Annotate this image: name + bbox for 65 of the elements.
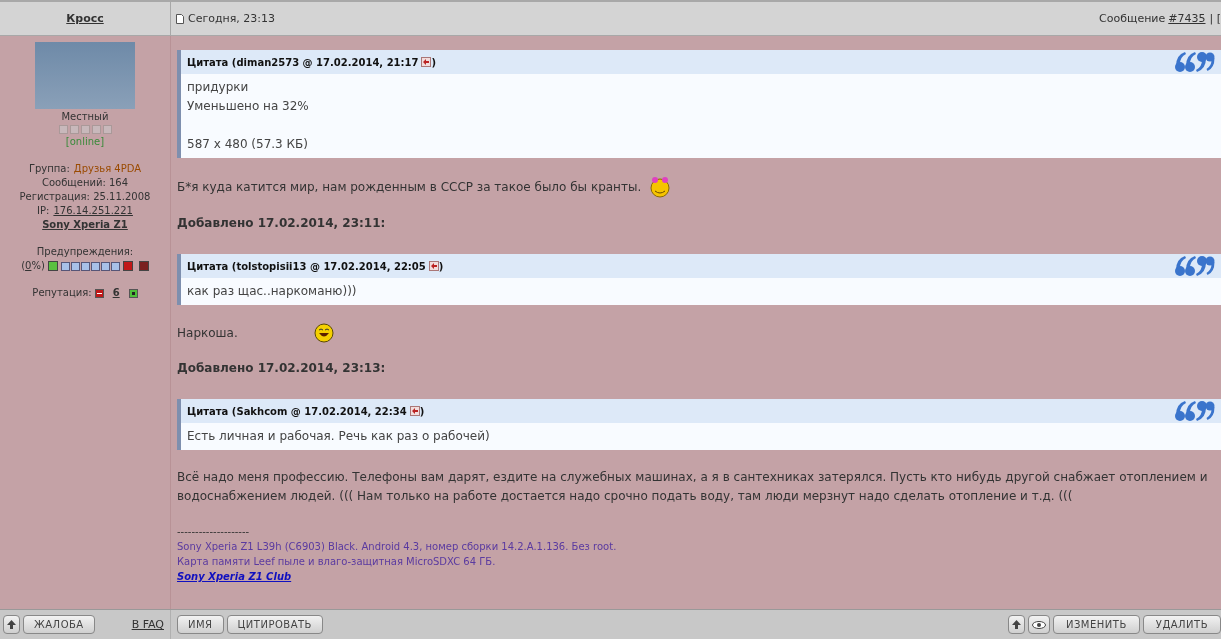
- smiley-icon: [313, 323, 334, 343]
- report-button[interactable]: ЖАЛОБА: [23, 615, 95, 634]
- quote-text: Есть личная и рабочая. Речь как раз о рабочей): [187, 428, 491, 445]
- quote-title: Цитата (Sakhcom @ 17.02.2014, 22:34: [187, 405, 407, 417]
- added-timestamp: Добавлено 17.02.2014, 23:11:: [177, 216, 387, 230]
- quote-title-close: ): [438, 260, 444, 272]
- post-action-button[interactable]: УДАЛИТЬ: [1142, 615, 1221, 634]
- group-value: Друзья 4PDA: [73, 162, 142, 176]
- reputation-link[interactable]: 6: [112, 286, 120, 300]
- warning-history-icon[interactable]: [138, 261, 149, 271]
- scroll-up-button[interactable]: [3, 615, 20, 634]
- jump-arrow-icon[interactable]: [409, 406, 420, 416]
- quote-title-close: ): [419, 405, 425, 417]
- up-arrow-icon: [7, 620, 16, 629]
- up-arrow-icon: [1011, 620, 1021, 629]
- post-text: Б*я куда катится мир, нам рожденным в СССР за такое было бы кранты.: [177, 178, 642, 196]
- quote-text: Уменьшено на 32%: [187, 98, 310, 115]
- minus-warning-icon[interactable]: [47, 261, 58, 271]
- reputation-label: Репутация:: [32, 286, 92, 300]
- preview-button[interactable]: [1027, 615, 1050, 634]
- minus-reputation-icon[interactable]: [94, 288, 104, 298]
- document-icon: [176, 13, 184, 24]
- signature-text: Sony Xperia Z1 L39h (C6903) Black. Android 4.3, номер сборки 14.2.A.1.136. Без root.: [177, 540, 618, 554]
- scroll-up-button[interactable]: [1007, 615, 1025, 634]
- added-timestamp: Добавлено 17.02.2014, 23:13:: [177, 361, 387, 375]
- plus-warning-icon[interactable]: [122, 261, 133, 271]
- quote-marks-icon: [1175, 255, 1215, 277]
- warning-percent: (0%): [21, 259, 45, 273]
- quote-text: 587 x 480 (57.3 КБ): [187, 136, 309, 153]
- post-action-button[interactable]: ИМЯ: [177, 615, 224, 634]
- warning-percent-link[interactable]: 0: [25, 260, 32, 271]
- signature-link[interactable]: Sony Xperia Z1 Club: [177, 571, 292, 582]
- online-status: [online]: [65, 135, 105, 149]
- registration-date: Регистрация: 25.11.2008: [19, 190, 151, 204]
- post-text: Всё надо меня профессию. Телефоны вам дарят, ездите на служебных машинах, а я в сантехниках затерялся. Пусть кто нибудь другой снабжает отоплением и водоснабжением людей. ((( Нам только на работе достается надо срочно подать воду, там люди мерзнут надо сделать отопление и т.д. (((: [177, 469, 1209, 505]
- ip-label: IP:: [37, 204, 50, 218]
- jump-arrow-icon[interactable]: [421, 57, 432, 67]
- quote-title: Цитата (diman2573 @ 17.02.2014, 21:17: [187, 56, 419, 68]
- plus-reputation-icon[interactable]: [128, 288, 138, 298]
- signature-rule: --------------------: [177, 525, 251, 539]
- warnings-label: Предупреждения:: [36, 245, 134, 259]
- post-number-label: Сообщение: [1099, 12, 1166, 25]
- device-link[interactable]: Sony Xperia Z1: [42, 218, 128, 232]
- warning-meter: [60, 261, 120, 271]
- quote-marks-icon: [1175, 400, 1215, 422]
- post-action-button[interactable]: ЦИТИРОВАТЬ: [226, 615, 323, 634]
- post-text: Наркоша.: [177, 324, 238, 342]
- post-count: Сообщений: 164: [41, 176, 129, 190]
- ip-link[interactable]: 176.14.251.221: [53, 204, 133, 218]
- quote-title-close: ): [431, 56, 437, 68]
- header-tail: | [: [1209, 12, 1221, 25]
- signature-text: Карта памяти Leef пыле и влаго-защитная MicroSDXC 64 ГБ.: [177, 555, 497, 569]
- author-name-link[interactable]: Кросс: [66, 12, 104, 25]
- user-rank: Местный: [61, 110, 109, 124]
- post-number-link[interactable]: #7435: [1168, 12, 1206, 25]
- quote-marks-icon: [1175, 51, 1215, 73]
- quote-text: как раз щас..наркоманю))): [187, 283, 358, 300]
- eye-icon: [1031, 620, 1046, 629]
- faq-link[interactable]: В FAQ: [131, 618, 164, 631]
- group-label: Группа:: [28, 162, 70, 176]
- quote-text: придурки: [187, 79, 250, 96]
- quote-title: Цитата (tolstopisii13 @ 17.02.2014, 22:05: [187, 260, 426, 272]
- post-action-button[interactable]: ИЗМЕНИТЬ: [1052, 615, 1140, 634]
- jump-arrow-icon[interactable]: [428, 261, 439, 271]
- post-date: Сегодня, 23:13: [188, 12, 276, 25]
